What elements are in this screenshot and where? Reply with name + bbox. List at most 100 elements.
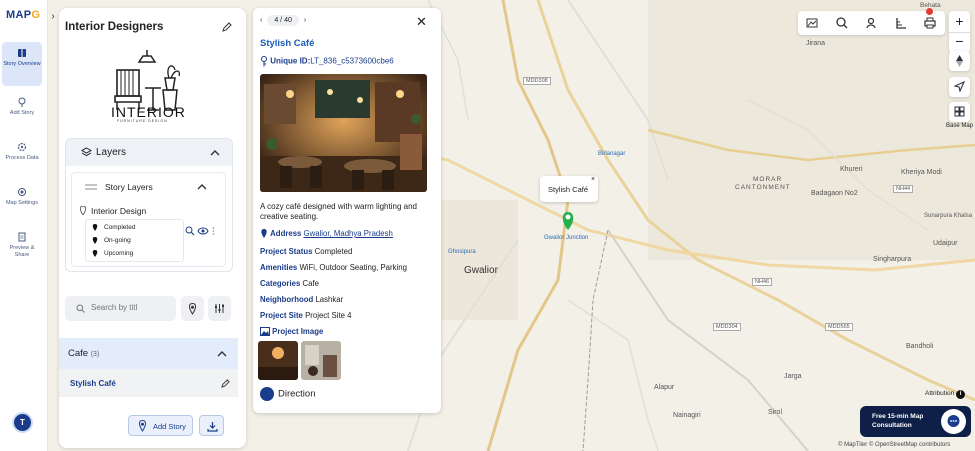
book-icon <box>18 49 26 57</box>
download-button[interactable] <box>199 415 224 436</box>
map-label: Badagaon No2 <box>811 190 858 197</box>
consultation-banner[interactable]: Free 15-min Map Consultation <box>860 406 971 437</box>
edit-icon[interactable] <box>221 379 230 388</box>
close-icon[interactable]: × <box>591 176 595 183</box>
field-project-site: Project Site Project Site 4 <box>260 311 352 320</box>
list-item[interactable]: Stylish Café <box>59 369 238 397</box>
brand-subtext: FURNITURE DESIGN <box>117 119 168 123</box>
base-map-button[interactable] <box>949 102 970 122</box>
map-label: Ghosipura <box>448 249 476 255</box>
map-label: Gwalior <box>464 265 498 276</box>
location-icon <box>261 229 267 239</box>
navigation-icon <box>260 387 274 401</box>
map-label: Singharpura <box>873 256 912 263</box>
story-layers-group: Story Layers Interior Design Completed O… <box>71 172 226 267</box>
map-road-label: MDD304 <box>713 323 741 331</box>
search-icon <box>76 304 85 313</box>
status-pin-icon <box>92 224 98 231</box>
document-icon <box>18 232 26 242</box>
attribution-button[interactable]: Attribution i <box>925 390 966 399</box>
nav-map-settings[interactable]: Map Settings <box>2 185 42 207</box>
nav-process-data[interactable]: Process Data <box>2 140 42 162</box>
drag-handle-icon[interactable] <box>85 184 97 190</box>
base-map-label: Base Map <box>946 123 974 129</box>
marker-popup[interactable]: Stylish Café × <box>540 176 598 202</box>
map-pin-icon <box>139 420 146 432</box>
print-icon[interactable] <box>923 16 937 30</box>
chat-button[interactable] <box>941 409 966 434</box>
field-neighborhood: Neighborhood Lashkar <box>260 295 344 304</box>
field-amenities: Amenities WiFi, Outdoor Seating, Parking <box>260 263 407 272</box>
chevron-up-icon[interactable] <box>210 149 220 156</box>
filter-settings-button[interactable] <box>208 296 231 321</box>
layer-name[interactable]: Interior Design <box>91 206 146 216</box>
category-count: (3) <box>90 351 100 358</box>
layers-header[interactable]: Layers <box>66 139 232 166</box>
category-header[interactable]: Cafe (3) <box>59 338 238 369</box>
chat-icon <box>947 415 960 427</box>
location-filter-button[interactable] <box>181 296 204 321</box>
compass-button[interactable] <box>949 51 970 71</box>
story-layers-label: Story Layers <box>105 182 153 192</box>
settings-icon <box>18 188 26 196</box>
notification-badge <box>926 8 933 15</box>
zoom-to-layer-icon[interactable] <box>185 226 195 236</box>
story-detail-card: ‹ 4 / 40 › ✕ Stylish Café Unique ID:LT_836… <box>253 8 441 413</box>
status-completed: Completed <box>104 224 136 231</box>
map-pin-icon <box>189 303 196 315</box>
nav-story-overview[interactable]: Story Overview <box>2 42 42 86</box>
measure-icon[interactable] <box>894 16 908 30</box>
status-ongoing: On-going <box>104 237 131 244</box>
map-label: Sunarpura Khalsa <box>924 213 973 219</box>
map-label: Sirol <box>768 409 783 416</box>
search-box <box>65 296 176 321</box>
avatar[interactable]: T <box>14 414 31 431</box>
zoom-in-button[interactable]: + <box>949 13 970 29</box>
expand-panel-button[interactable]: › <box>48 10 58 24</box>
map-copyright: © MapTiler © OpenStreetMap contributors <box>838 442 951 448</box>
sliders-icon <box>215 304 224 313</box>
cafe-photo <box>260 74 427 192</box>
search-icon[interactable] <box>835 16 849 30</box>
edit-icon[interactable] <box>222 22 232 32</box>
chevron-up-icon[interactable] <box>197 183 207 190</box>
navigate-arrow-icon <box>954 81 965 92</box>
status-upcoming: Upcoming <box>104 250 134 257</box>
project-thumb[interactable] <box>258 341 298 380</box>
status-pin-icon <box>92 250 98 257</box>
cafe-thumb-photo <box>301 341 341 380</box>
add-story-button[interactable]: Add Story <box>128 415 193 436</box>
brand-text: INTERIOR <box>111 104 186 120</box>
zoom-out-button[interactable]: − <box>949 32 970 49</box>
map-label: Gwalior Junction <box>544 235 589 241</box>
direction-button[interactable]: Direction <box>260 387 316 401</box>
user-location-icon[interactable] <box>864 16 878 30</box>
app-logo[interactable]: MAPG <box>6 9 40 21</box>
chevron-up-icon[interactable] <box>217 350 227 357</box>
map-label: Birlanagar <box>598 151 626 157</box>
compass-icon <box>956 55 963 67</box>
map-label: MORAR <box>753 176 783 183</box>
nav-preview-share[interactable]: Preview & Share <box>2 230 42 258</box>
category-name: Cafe <box>68 348 89 359</box>
project-thumb[interactable] <box>301 341 341 380</box>
story-hero-image[interactable] <box>260 74 427 192</box>
map-road-label: MDD565 <box>825 323 853 331</box>
more-icon[interactable] <box>212 226 215 236</box>
prev-arrow-icon[interactable]: ‹ <box>260 17 262 24</box>
eye-icon[interactable] <box>197 227 209 235</box>
search-input[interactable] <box>91 303 171 312</box>
page-indicator: 4 / 40 <box>267 15 299 26</box>
map-label: Khureri <box>840 166 863 173</box>
map-toolbar <box>798 8 945 35</box>
story-panel: Interior Designers INTERIOR FURNITURE DE… <box>59 8 246 448</box>
field-address: Address Gwalior, Madhya Pradesh <box>260 229 393 239</box>
close-icon[interactable]: ✕ <box>416 14 427 30</box>
map-label: Udaipur <box>933 240 958 247</box>
next-arrow-icon[interactable]: › <box>304 17 306 24</box>
unique-id: Unique ID:LT_836_c5373600cbe6 <box>260 56 394 67</box>
nav-add-story[interactable]: Add Story <box>2 95 42 117</box>
image-search-icon[interactable] <box>805 16 819 30</box>
geolocate-button[interactable] <box>949 77 970 97</box>
status-pin-icon <box>92 237 98 244</box>
